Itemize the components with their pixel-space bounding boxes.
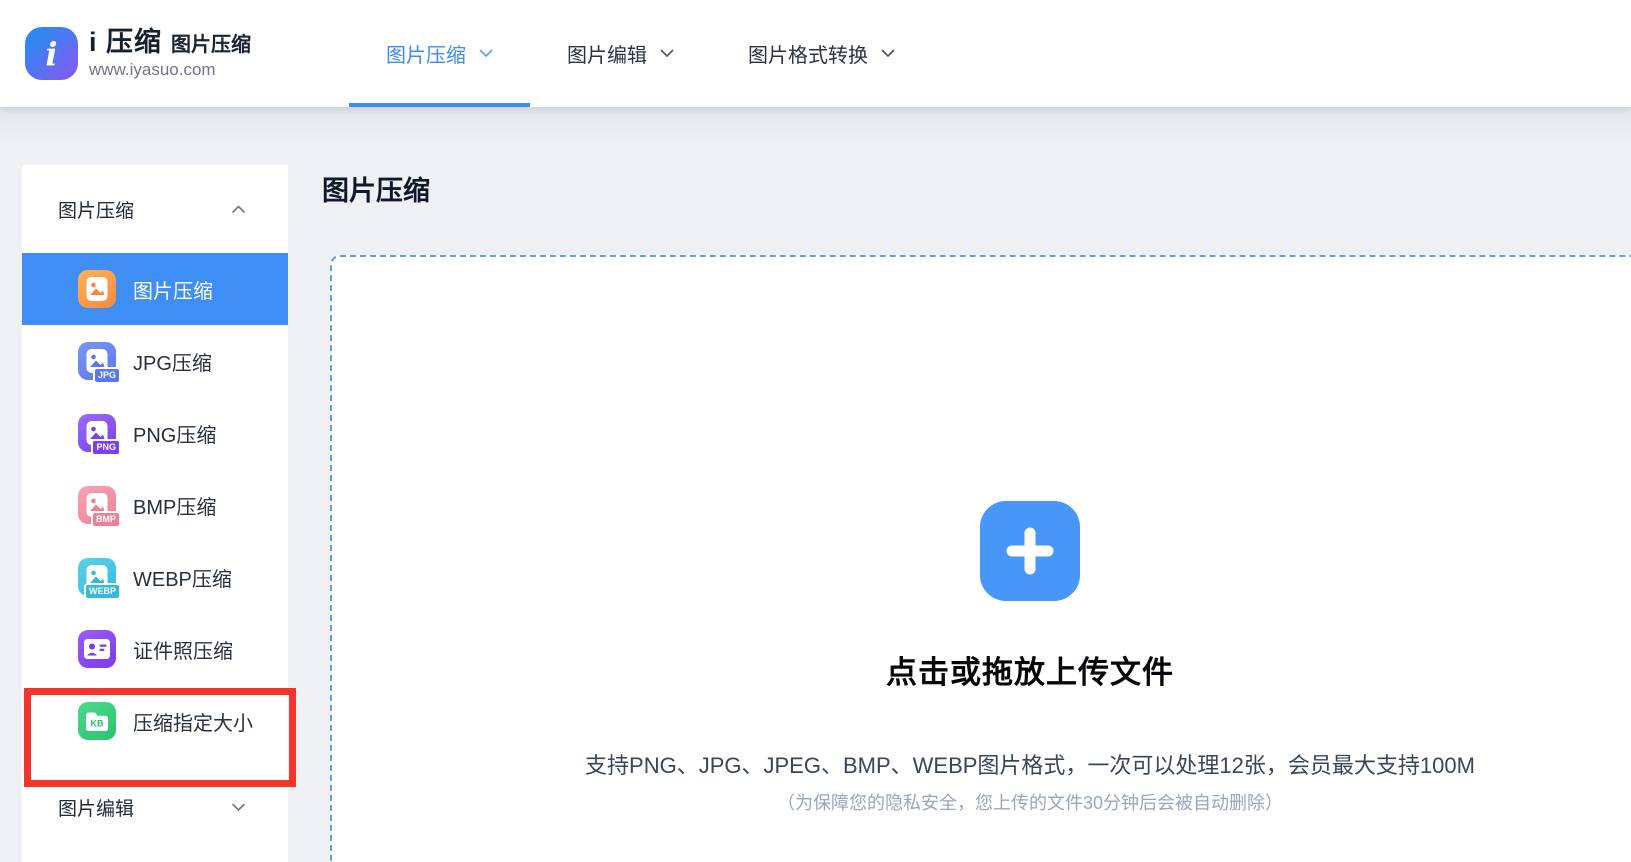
sidebar-item-compress-to-size[interactable]: KB 压缩指定大小 <box>22 685 288 757</box>
id-card-icon <box>78 630 116 668</box>
nav-tab-label: 图片压缩 <box>386 39 466 68</box>
upload-dropzone[interactable]: 点击或拖放上传文件 支持PNG、JPG、JPEG、BMP、WEBP图片格式，一次… <box>330 255 1631 862</box>
brand-tagline: 图片压缩 <box>171 34 251 57</box>
sidebar-section-image-edit[interactable]: 图片编辑 <box>22 757 288 857</box>
sidebar: 图片压缩 图片压缩 JPG JPG压缩 PNG PNG压缩 BMP BMP压缩 <box>22 165 288 862</box>
image-purple-icon: PNG <box>78 414 116 452</box>
plus-icon <box>1003 524 1057 578</box>
nav-tab-label: 图片编辑 <box>567 39 647 68</box>
site-url: www.iyasuo.com <box>89 60 251 80</box>
format-badge: BMP <box>91 511 121 528</box>
image-blue-icon: JPG <box>78 342 116 380</box>
logo-text: i 压缩 图片压缩 www.iyasuo.com <box>89 27 251 80</box>
image-cyan-icon: WEBP <box>78 558 116 596</box>
nav-tab-label: 图片格式转换 <box>748 39 868 68</box>
sidebar-item-label: 图片压缩 <box>133 275 213 304</box>
nav-tab-format-convert[interactable]: 图片格式转换 <box>711 0 932 107</box>
sidebar-item-id-photo-compress[interactable]: 证件照压缩 <box>22 613 288 685</box>
chevron-down-icon <box>660 49 674 58</box>
image-orange-icon <box>78 270 116 308</box>
brand-name: i 压缩 <box>89 27 162 58</box>
nav-tab-image-compress[interactable]: 图片压缩 <box>349 0 530 107</box>
add-files-button[interactable] <box>980 501 1080 601</box>
sidebar-item-label: 压缩指定大小 <box>133 707 253 736</box>
svg-text:KB: KB <box>91 718 104 728</box>
sidebar-item-label: 证件照压缩 <box>133 635 233 664</box>
chevron-down-icon <box>881 49 895 58</box>
sidebar-item-label: WEBP压缩 <box>133 563 232 592</box>
main-nav: 图片压缩 图片编辑 图片格式转换 <box>349 0 932 107</box>
chevron-down-icon <box>479 49 493 58</box>
image-pink-icon: BMP <box>78 486 116 524</box>
main-content: 图片压缩 点击或拖放上传文件 支持PNG、JPG、JPEG、BMP、WEBP图片… <box>322 107 1631 862</box>
upload-privacy-note: （为保障您的隐私安全，您上传的文件30分钟后会被自动删除） <box>777 789 1283 815</box>
chevron-down-icon <box>231 803 246 812</box>
top-header: i i 压缩 图片压缩 www.iyasuo.com 图片压缩 图片编辑 图片格… <box>0 0 1631 107</box>
page-title: 图片压缩 <box>322 169 1631 208</box>
nav-tab-image-edit[interactable]: 图片编辑 <box>530 0 711 107</box>
site-logo[interactable]: i i 压缩 图片压缩 www.iyasuo.com <box>25 27 251 80</box>
chevron-up-icon <box>231 205 246 214</box>
logo-i-icon: i <box>25 27 78 80</box>
sidebar-item-label: BMP压缩 <box>133 491 216 520</box>
upload-heading: 点击或拖放上传文件 <box>886 647 1174 692</box>
sidebar-item-webp-compress[interactable]: WEBP WEBP压缩 <box>22 541 288 613</box>
format-badge: WEBP <box>84 583 121 600</box>
upload-support-text: 支持PNG、JPG、JPEG、BMP、WEBP图片格式，一次可以处理12张，会员… <box>585 748 1475 780</box>
format-badge: JPG <box>93 367 121 384</box>
sidebar-item-png-compress[interactable]: PNG PNG压缩 <box>22 397 288 469</box>
section-label: 图片压缩 <box>58 196 134 223</box>
sidebar-item-jpg-compress[interactable]: JPG JPG压缩 <box>22 325 288 397</box>
sidebar-item-label: JPG压缩 <box>133 347 212 376</box>
format-badge: PNG <box>91 439 121 456</box>
folder-kb-icon: KB <box>78 702 116 740</box>
sidebar-section-image-compress[interactable]: 图片压缩 <box>22 165 288 253</box>
section-label: 图片编辑 <box>58 794 134 821</box>
sidebar-item-label: PNG压缩 <box>133 419 216 448</box>
sidebar-item-image-compress[interactable]: 图片压缩 <box>22 253 288 325</box>
sidebar-item-bmp-compress[interactable]: BMP BMP压缩 <box>22 469 288 541</box>
